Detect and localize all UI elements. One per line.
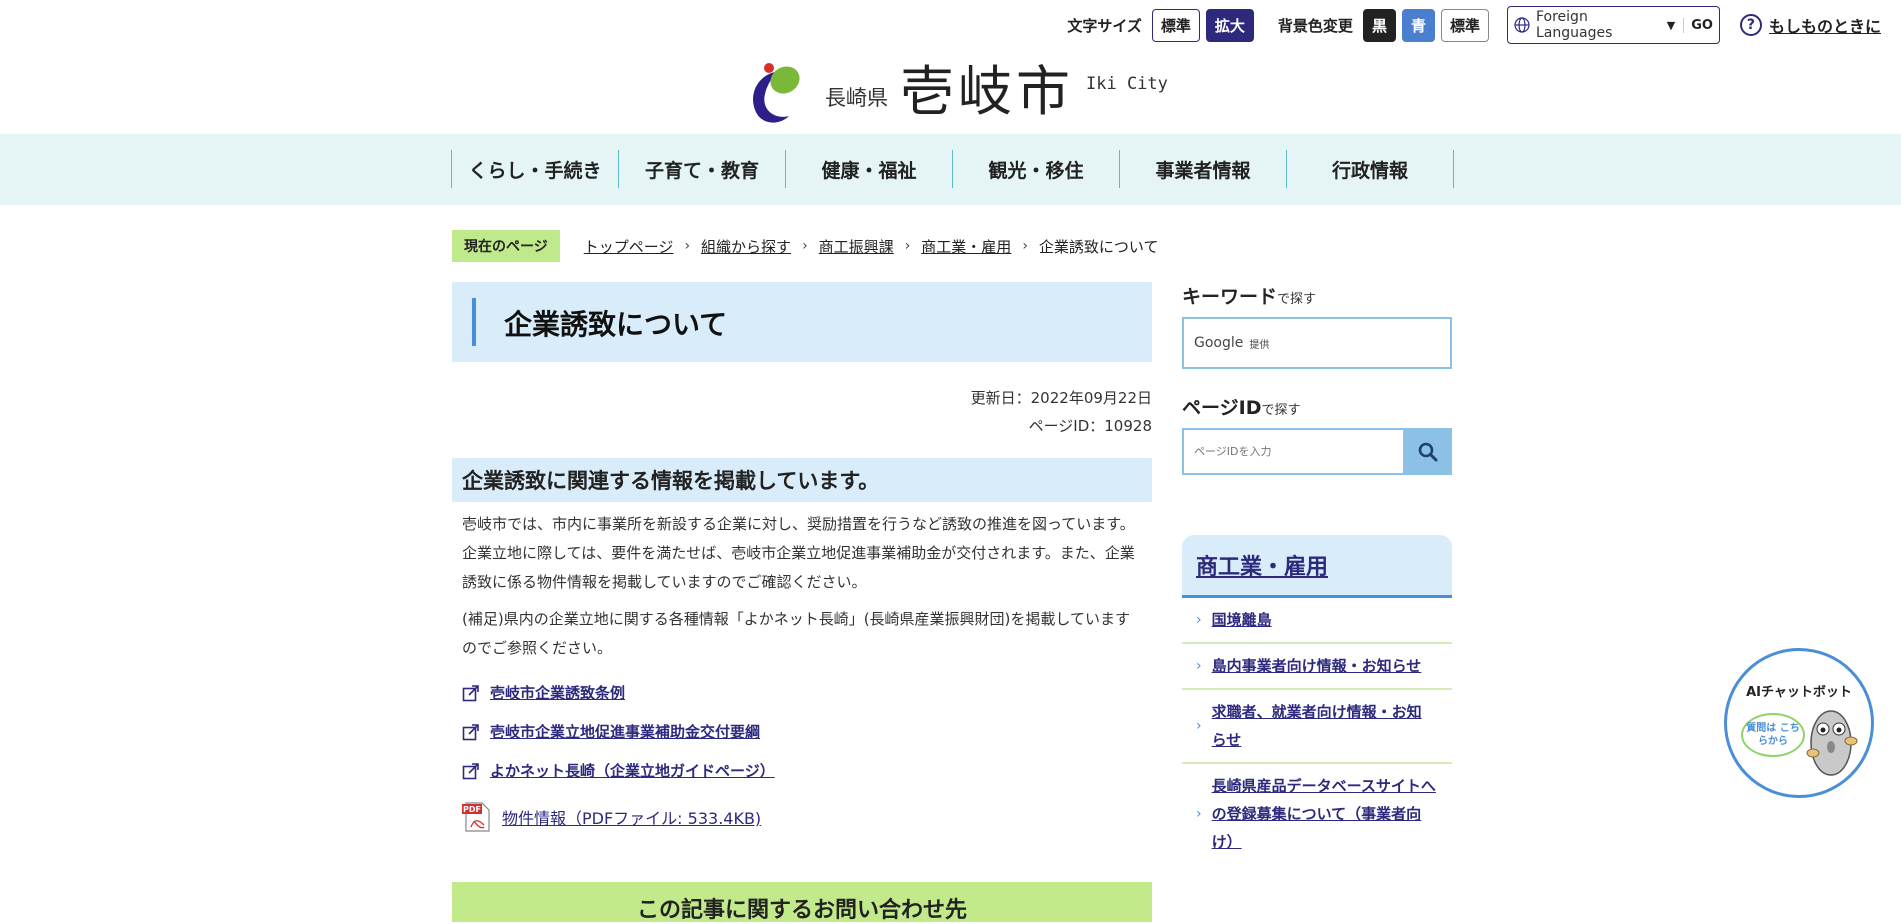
google-label: Google [1194,335,1244,351]
category-link-jobseeker-news[interactable]: 求職者、就業者向け情報・お知らせ [1212,698,1436,754]
google-search-input[interactable]: Google 提供 [1182,317,1452,369]
category-nav-item: › 求職者、就業者向け情報・お知らせ [1182,690,1452,764]
pdf-link-row: PDF 物件情報（PDFファイル: 533.4KB) [462,794,1152,840]
language-go-button[interactable]: GO [1683,17,1713,33]
google-provided-label: 提供 [1249,339,1270,351]
note-paragraph: (補足)県内の企業立地に関する各種情報「よかネット長崎」(長崎県産業振興財団)を… [462,610,1130,657]
chevron-right-icon: › [904,238,911,254]
language-select-label: Foreign Languages [1535,9,1613,41]
external-link-icon [462,723,479,740]
page-title-box: 企業誘致について [452,282,1152,362]
nav-item-health[interactable]: 健康・福祉 [786,150,953,188]
svg-text:PDF: PDF [463,805,481,814]
intro-paragraph: 壱岐市では、市内に事業所を新設する企業に対し、奨励措置を行うなど誘致の推進を図っ… [462,515,1135,591]
chevron-right-icon: › [1196,718,1202,734]
pageid-search-suffix: で探す [1261,403,1301,418]
breadcrumb-link-organization[interactable]: 組織から探す [701,236,791,257]
nav-item-administration[interactable]: 行政情報 [1287,150,1454,188]
contact-heading: この記事に関するお問い合わせ先 [452,882,1152,923]
bg-standard-button[interactable]: 標準 [1440,8,1489,42]
keyword-search-title: キーワード [1182,286,1278,308]
link-subsidy-guidelines[interactable]: 壱岐市企業立地促進事業補助金交付要綱 [490,721,760,742]
logo-prefecture: 長崎県 [825,86,888,110]
page-title: 企業誘致について [504,308,728,341]
global-nav: くらし・手続き 子育て・教育 健康・福祉 観光・移住 事業者情報 行政情報 [0,134,1901,205]
category-nav-item: › 長崎県産品データベースサイトへの登録募集について（事業者向け） [1182,764,1452,864]
font-large-button[interactable]: 拡大 [1205,8,1254,42]
chatbot-title: AIチャットボット [1746,685,1852,700]
emergency-link[interactable]: ? もしものときに [1739,13,1881,37]
related-links: 壱岐市企業誘致条例 壱岐市企業立地促進事業補助金交付要綱 よかネット長崎（企業立… [452,673,1152,840]
search-icon [1418,442,1437,461]
breadcrumb: 現在のページ トップページ › 組織から探す › 商工振興課 › 商工業・雇用 … [452,230,1158,262]
nav-item-tourism[interactable]: 観光・移住 [953,150,1120,188]
pageid-search-form [1182,428,1452,475]
category-title-link[interactable]: 商工業・雇用 [1182,535,1452,598]
keyword-search-heading: キーワードで探す [1182,282,1452,309]
category-link-product-database[interactable]: 長崎県産品データベースサイトへの登録募集について（事業者向け） [1212,772,1436,856]
globe-icon [1514,17,1530,33]
pageid-search-title: ページID [1182,397,1262,419]
category-link-business-news[interactable]: 島内事業者向け情報・お知らせ [1212,652,1422,680]
question-icon: ? [1739,14,1762,36]
breadcrumb-link-top[interactable]: トップページ [584,236,674,257]
caret-down-icon: ▼ [1666,18,1676,32]
chatbot-speech-bubble: 質問は こちらから [1741,713,1805,757]
breadcrumb-link-category[interactable]: 商工業・雇用 [921,236,1011,257]
category-nav-item: › 国境離島 [1182,598,1452,644]
nav-item-education[interactable]: 子育て・教育 [619,150,786,188]
font-size-label: 文字サイズ [1067,16,1142,35]
main-content: 企業誘致について 更新日：2022年09月22日 ページID：10928 企業誘… [452,282,1152,923]
site-logo[interactable]: 長崎県 壱岐市 Iki City [745,58,1168,126]
breadcrumb-current: 企業誘致について [1038,237,1159,256]
related-link-row: 壱岐市企業誘致条例 [462,673,1152,712]
chevron-right-icon: › [802,238,808,254]
font-standard-button[interactable]: 標準 [1151,8,1200,42]
page-meta: 更新日：2022年09月22日 ページID：10928 [452,384,1152,440]
section-heading: 企業誘致に関連する情報を掲載しています。 [452,458,1152,502]
related-link-row: よかネット長崎（企業立地ガイドページ） [462,751,1152,790]
category-nav: 商工業・雇用 › 国境離島 › 島内事業者向け情報・お知らせ › 求職者、就業者… [1182,535,1452,864]
sidebar: キーワードで探す Google 提供 ページIDで探す 商工業・雇用 › 国境離… [1182,282,1452,864]
logo-english-name: Iki City [1086,74,1168,94]
pageid-search-heading: ページIDで探す [1182,393,1452,420]
link-yokanet-nagasaki[interactable]: よかネット長崎（企業立地ガイドページ） [490,760,775,781]
link-property-pdf[interactable]: 物件情報（PDFファイル: 533.4KB) [502,805,761,829]
pdf-icon: PDF [462,802,490,832]
logo-city-name: 壱岐市 [900,60,1074,123]
emergency-link-label: もしものときに [1768,17,1881,36]
pageid-input[interactable] [1182,428,1403,475]
bg-black-button[interactable]: 黒 [1362,8,1396,42]
chevron-right-icon: › [1196,658,1202,674]
keyword-search-suffix: で探す [1277,292,1317,307]
chevron-right-icon: › [684,238,691,254]
page-id: ページID：10928 [1028,417,1152,435]
related-link-row: 壱岐市企業立地促進事業補助金交付要綱 [462,712,1152,751]
updated-date: 更新日：2022年09月22日 [970,389,1152,407]
breadcrumb-link-department[interactable]: 商工振興課 [819,236,894,257]
bg-blue-button[interactable]: 青 [1401,8,1435,42]
chevron-right-icon: › [1022,238,1028,254]
category-link-border-islands[interactable]: 国境離島 [1212,606,1272,634]
nav-item-business[interactable]: 事業者情報 [1120,150,1287,188]
chevron-right-icon: › [1196,806,1202,822]
ai-chatbot-button[interactable]: AIチャットボット 質問は こちらから [1724,648,1874,798]
chevron-right-icon: › [1196,612,1202,628]
external-link-icon [462,762,479,779]
nav-item-living[interactable]: くらし・手続き [452,150,619,188]
category-nav-item: › 島内事業者向け情報・お知らせ [1182,644,1452,690]
iki-city-emblem-icon [753,63,800,123]
link-attraction-ordinance[interactable]: 壱岐市企業誘致条例 [490,682,625,703]
utility-bar: 文字サイズ 標準 拡大 背景色変更 黒 青 標準 Foreign Languag… [1067,5,1881,45]
language-select[interactable]: Foreign Languages ▼ GO [1506,6,1720,44]
external-link-icon [462,684,479,701]
mascot-icon [1806,710,1858,776]
pageid-search-button[interactable] [1403,428,1452,475]
bg-color-label: 背景色変更 [1277,16,1353,35]
current-page-badge: 現在のページ [452,230,560,262]
